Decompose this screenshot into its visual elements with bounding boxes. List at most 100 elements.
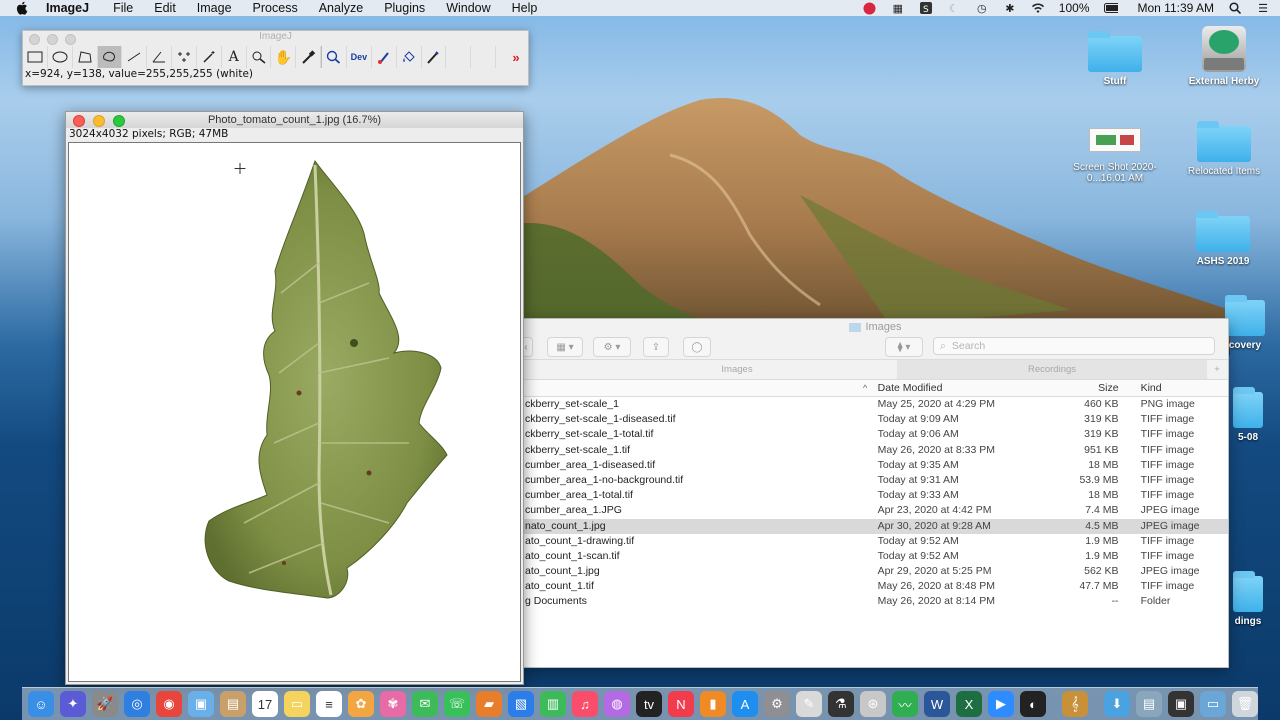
obs-icon[interactable]: ◐: [1020, 691, 1046, 717]
menu-bar-clock[interactable]: Mon 11:39 AM: [1138, 1, 1215, 15]
moon-icon[interactable]: ☾: [947, 2, 961, 15]
chrome-icon[interactable]: ◉: [156, 691, 182, 717]
zoom-tool-icon[interactable]: [321, 46, 347, 68]
minimize-button[interactable]: [93, 115, 105, 127]
menu-edit[interactable]: Edit: [154, 1, 176, 15]
menu-plugins[interactable]: Plugins: [384, 1, 425, 15]
file-row[interactable]: ckberry_set-scale_1.tif May 26, 2020 at 8…: [523, 443, 1228, 458]
trash-icon[interactable]: 🗑: [1232, 691, 1258, 717]
close-button[interactable]: [73, 115, 85, 127]
straight-line-tool-icon[interactable]: [122, 46, 148, 68]
file-row[interactable]: cumber_area_1.JPG Apr 23, 2020 at 4:42 PM…: [523, 503, 1228, 518]
tab-images[interactable]: Images: [577, 360, 897, 379]
finder-icon[interactable]: ☺: [28, 691, 54, 717]
tab-recordings[interactable]: Recordings: [897, 360, 1207, 379]
desktop-icon-stuff[interactable]: Stuff: [1088, 31, 1142, 87]
imagej-titlebar[interactable]: ImageJ: [23, 31, 528, 45]
magnifier-tool-icon[interactable]: [247, 46, 272, 68]
apple-menu-icon[interactable]: [16, 1, 32, 15]
angle-tool-icon[interactable]: [147, 46, 173, 68]
excel-icon[interactable]: X: [956, 691, 982, 717]
keynote-icon[interactable]: ▧: [508, 691, 534, 717]
add-tab-button[interactable]: +: [1207, 360, 1227, 379]
flood-fill-tool-icon[interactable]: [397, 46, 422, 68]
menu-window[interactable]: Window: [446, 1, 490, 15]
column-size[interactable]: Size: [1046, 380, 1139, 396]
file-row[interactable]: cumber_area_1-diseased.tif Today at 9:35 …: [523, 458, 1228, 473]
pencil-tool-icon[interactable]: [422, 46, 447, 68]
notification-center-icon[interactable]: ☰: [1256, 2, 1270, 15]
menu-image[interactable]: Image: [197, 1, 232, 15]
reminders-icon[interactable]: ≡: [316, 691, 342, 717]
file-row[interactable]: g Documents May 26, 2020 at 8:14 PM -- Fold…: [523, 594, 1228, 609]
creative-cloud-icon[interactable]: [863, 2, 877, 14]
desktop-icon-recordings[interactable]: dings: [1226, 571, 1270, 627]
tag-button[interactable]: ◯: [683, 337, 711, 357]
system-preferences-icon[interactable]: ⚙: [764, 691, 790, 717]
blank-tool-slot-1[interactable]: [446, 46, 472, 68]
file-row[interactable]: ckberry_set-scale_1-total.tif Today at 9:…: [523, 427, 1228, 442]
calendar-icon[interactable]: 17: [252, 691, 278, 717]
zoom-icon[interactable]: ▶: [988, 691, 1014, 717]
file-row[interactable]: ckberry_set-scale_1-diseased.tif Today at…: [523, 412, 1228, 427]
color-picker-tool-icon[interactable]: [296, 46, 322, 68]
app-menu-imagej[interactable]: ImageJ: [46, 1, 89, 15]
tv-icon[interactable]: tv: [636, 691, 662, 717]
dropbox-button[interactable]: ⧫ ▾: [885, 337, 923, 357]
numbers-icon[interactable]: ▥: [540, 691, 566, 717]
image-window-titlebar[interactable]: Photo_tomato_count_1.jpg (16.7%): [66, 112, 523, 128]
desktop-icon-relocated-items[interactable]: Relocated Items: [1176, 121, 1272, 177]
facetime-icon[interactable]: ☏: [444, 691, 470, 717]
scroll-hand-tool-icon[interactable]: ✋: [271, 46, 297, 68]
terminal-icon[interactable]: ▣: [1168, 691, 1194, 717]
file-row[interactable]: cumber_area_1-no-background.tif Today at …: [523, 473, 1228, 488]
word-icon[interactable]: W: [924, 691, 950, 717]
column-kind[interactable]: Kind: [1139, 380, 1228, 396]
text-tool-icon[interactable]: A: [222, 46, 247, 68]
file-row[interactable]: ato_count_1.jpg Apr 29, 2020 at 5:25 PM 56…: [523, 564, 1228, 579]
documents-icon[interactable]: ▤: [1136, 691, 1162, 717]
image-canvas[interactable]: [68, 142, 521, 682]
wand-tool-icon[interactable]: [197, 46, 222, 68]
spotlight-search-icon[interactable]: [1228, 2, 1242, 14]
finder-search-field[interactable]: ⌕ Search: [933, 337, 1215, 355]
zoom-button[interactable]: [65, 34, 76, 45]
blank-tool-slot-2[interactable]: [471, 46, 497, 68]
file-row[interactable]: cumber_area_1-total.tif Today at 9:33 AM 1…: [523, 488, 1228, 503]
spiral-icon[interactable]: ⊛: [860, 691, 886, 717]
zoom-button[interactable]: [113, 115, 125, 127]
file-row[interactable]: ato_count_1-scan.tif Today at 9:52 AM 1.9 …: [523, 549, 1228, 564]
polygon-tool-icon[interactable]: [73, 46, 98, 68]
file-list-empty-area[interactable]: [523, 610, 1228, 667]
column-date-modified[interactable]: Date Modified: [878, 380, 1046, 396]
notes-folder-icon[interactable]: ▤: [220, 691, 246, 717]
battery-icon[interactable]: [1103, 2, 1118, 14]
more-tools-button[interactable]: »: [504, 46, 528, 68]
activity-monitor-icon[interactable]: 〰: [892, 691, 918, 717]
menu-help[interactable]: Help: [512, 1, 538, 15]
finder-titlebar[interactable]: Images: [523, 319, 1228, 335]
file-row[interactable]: nato_count_1.jpg Apr 30, 2020 at 9:28 AM 4…: [523, 518, 1228, 534]
file-row[interactable]: ato_count_1.tif May 26, 2020 at 8:48 PM 47…: [523, 579, 1228, 594]
launchpad-icon[interactable]: ✦: [60, 691, 86, 717]
scrivener-icon[interactable]: S: [919, 2, 933, 14]
photos-app-icon[interactable]: ✿: [348, 691, 374, 717]
ibooks-icon[interactable]: ▮: [700, 691, 726, 717]
rectangle-tool-icon[interactable]: [23, 46, 48, 68]
share-button[interactable]: ⇪: [643, 337, 669, 357]
news-icon[interactable]: N: [668, 691, 694, 717]
freehand-tool-icon[interactable]: [97, 46, 123, 68]
music-icon[interactable]: ♫: [572, 691, 598, 717]
downloads-icon[interactable]: ⬇: [1104, 691, 1130, 717]
file-row[interactable]: ato_count_1-drawing.tif Today at 9:52 AM 1…: [523, 534, 1228, 549]
close-button[interactable]: [29, 34, 40, 45]
column-name[interactable]: [523, 380, 878, 396]
view-options-button[interactable]: ▦ ▾: [547, 337, 583, 357]
oval-tool-icon[interactable]: [48, 46, 73, 68]
finder-window-icon[interactable]: ▭: [1200, 691, 1226, 717]
bluetooth-icon[interactable]: ✱: [1003, 2, 1017, 15]
desktop-icon-ashs-2019[interactable]: ASHS 2019: [1190, 211, 1256, 267]
safari-icon[interactable]: ◎: [124, 691, 150, 717]
app-store-icon[interactable]: A: [732, 691, 758, 717]
grid-app-icon[interactable]: ▦: [891, 2, 905, 15]
